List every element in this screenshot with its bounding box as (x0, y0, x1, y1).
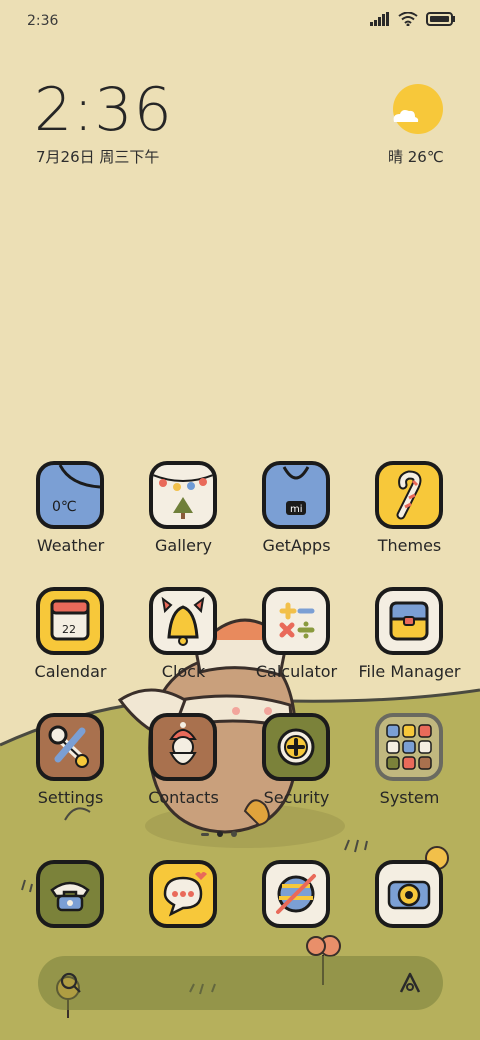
app-file-manager[interactable]: File Manager (353, 587, 466, 697)
file-manager-app-icon (375, 587, 443, 655)
app-label: File Manager (358, 662, 461, 681)
messages-icon (149, 860, 217, 928)
gallery-app-icon (149, 461, 217, 529)
app-folder-system[interactable]: System (353, 713, 466, 823)
clock-app-icon (149, 587, 217, 655)
security-app-icon (262, 713, 330, 781)
wifi-icon (398, 12, 418, 26)
page-dot (231, 831, 237, 837)
battery-icon (426, 12, 455, 26)
svg-text:0℃: 0℃ (52, 499, 77, 515)
status-icons (370, 12, 456, 26)
browser-icon (262, 860, 330, 928)
signal-icon (370, 12, 389, 26)
weather-widget-text: 晴 26℃ (388, 148, 444, 166)
calculator-app-icon (262, 587, 330, 655)
phone-icon (36, 860, 104, 928)
calendar-app-icon: 22 (36, 587, 104, 655)
svg-text:mi: mi (290, 504, 303, 515)
themes-app-icon (375, 461, 443, 529)
clock-widget-date: 7月26日 周三下午 (36, 148, 160, 166)
sun-cloud-icon[interactable] (390, 84, 444, 138)
svg-text:22: 22 (62, 623, 76, 636)
dock-browser[interactable] (240, 860, 353, 970)
page-dot-active (217, 831, 223, 837)
folder-icon (375, 713, 443, 781)
contacts-app-icon (149, 713, 217, 781)
app-themes[interactable]: Themes (353, 461, 466, 571)
search-bar[interactable] (38, 956, 443, 1010)
weather-app-icon: 0℃ (36, 461, 104, 529)
clock-widget-time[interactable]: 2:36 (34, 78, 173, 142)
assistant-icon[interactable] (397, 970, 423, 996)
settings-app-icon (36, 713, 104, 781)
dock-messages[interactable] (127, 860, 240, 970)
search-icon (60, 972, 81, 993)
app-label: System (379, 788, 440, 807)
dock-phone[interactable] (14, 860, 127, 970)
getapps-app-icon: mi (262, 461, 330, 529)
status-bar: 2:36 (0, 0, 480, 44)
status-time: 2:36 (27, 13, 59, 29)
camera-icon (375, 860, 443, 928)
page-indicator[interactable] (201, 831, 237, 837)
page-dot (201, 832, 209, 836)
dock-camera[interactable] (353, 860, 466, 970)
app-label: Themes (377, 536, 442, 555)
